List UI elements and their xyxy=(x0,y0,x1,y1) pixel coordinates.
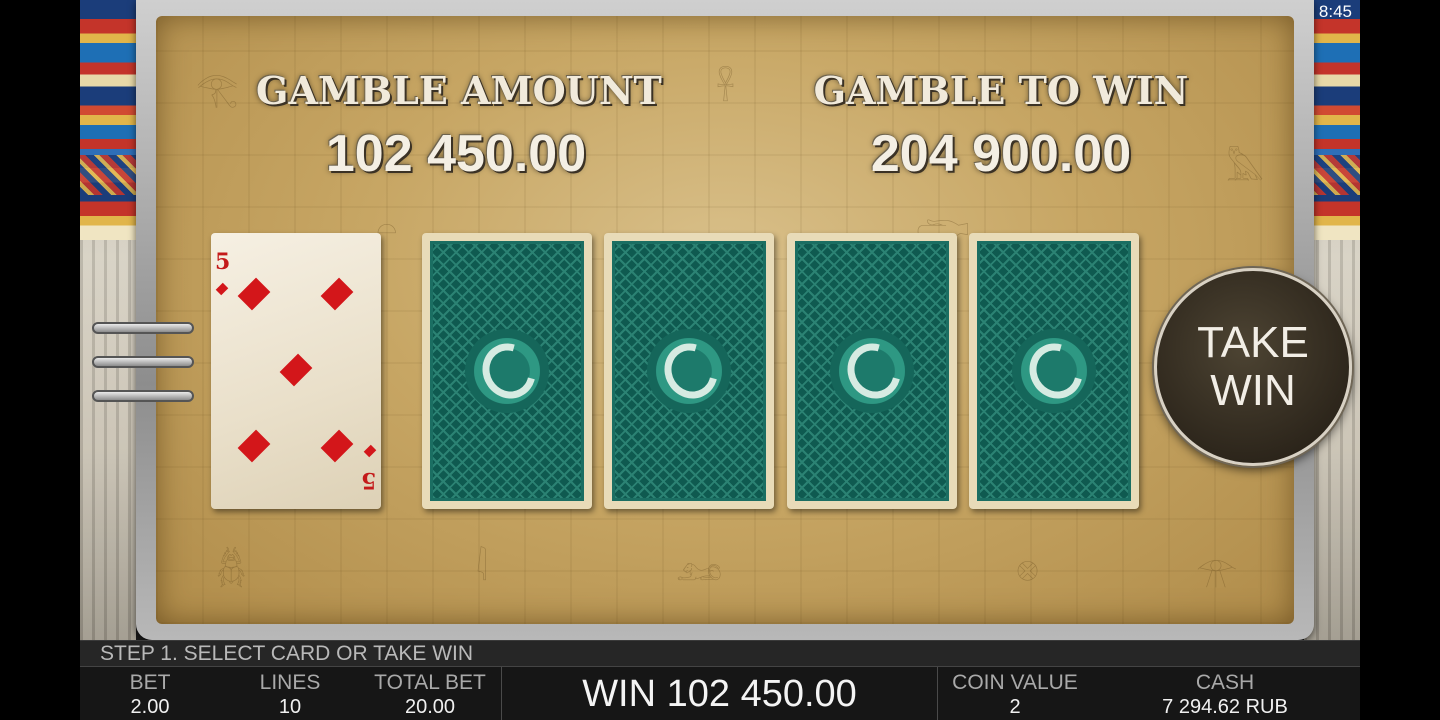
take-win-label-line1: TAKE xyxy=(1197,318,1309,367)
face-down-card-2[interactable] xyxy=(604,233,774,509)
coin-value-display: COIN VALUE 2 xyxy=(938,667,1092,720)
cash-value: 7 294.62 RUB xyxy=(1162,696,1288,718)
crescent-emblem-icon xyxy=(465,329,549,413)
cash-label: CASH xyxy=(1195,671,1255,694)
gamble-to-win-value: 204 900.00 xyxy=(870,125,1132,183)
system-clock: 8:45 xyxy=(1318,2,1352,21)
status-bar: STEP 1. SELECT CARD OR TAKE WIN xyxy=(80,640,1360,667)
diamond-icon xyxy=(320,277,354,311)
gamble-amount-value: 102 450.00 xyxy=(325,125,587,183)
crescent-emblem-icon xyxy=(1012,329,1096,413)
bet-display: BET 2.00 xyxy=(110,667,190,720)
crescent-emblem-icon xyxy=(830,329,914,413)
bet-value: 2.00 xyxy=(130,696,170,718)
take-win-label-line2: WIN xyxy=(1210,366,1296,415)
gamble-amount-label: GAMBLE AMOUNT xyxy=(256,68,662,113)
card-rank-bottom: 5 xyxy=(361,467,377,493)
diamond-icon xyxy=(215,282,229,296)
hamburger-menu-icon[interactable] xyxy=(92,322,194,406)
lines-value: 10 xyxy=(278,696,302,718)
face-down-card-3[interactable] xyxy=(787,233,957,509)
card-rank-top: 5 xyxy=(215,249,231,275)
take-win-button[interactable]: TAKE WIN xyxy=(1154,268,1352,466)
bottom-info-bar: BET 2.00 LINES 10 TOTAL BET 20.00 WIN 10… xyxy=(80,666,1360,720)
status-message: STEP 1. SELECT CARD OR TAKE WIN xyxy=(100,642,474,665)
lines-label: LINES xyxy=(259,671,321,694)
gamble-to-win-label: GAMBLE TO WIN xyxy=(813,68,1189,113)
cash-display: CASH 7 294.62 RUB xyxy=(1140,667,1310,720)
diamond-icon xyxy=(237,429,271,463)
left-pillar-decoration xyxy=(80,0,136,640)
dealer-card-five-of-diamonds: 5 5 xyxy=(211,233,381,509)
lines-display: LINES 10 xyxy=(240,667,340,720)
diamond-icon xyxy=(363,444,377,458)
diamond-icon xyxy=(320,429,354,463)
win-amount-display: WIN 102 450.00 xyxy=(582,673,857,715)
total-bet-value: 20.00 xyxy=(404,696,456,718)
face-down-card-1[interactable] xyxy=(422,233,592,509)
coin-value-label: COIN VALUE xyxy=(952,671,1078,694)
total-bet-display: TOTAL BET 20.00 xyxy=(365,667,495,720)
diamond-icon xyxy=(279,353,313,387)
coin-value-value: 2 xyxy=(1009,696,1021,718)
game-stage: 𓂀 𓆣 𓋹 𓅓 𓃭 𓊖 𓁿 𓇋 𓂧 𓏏 GAMBLE AMOUNT 102 45… xyxy=(80,0,1360,720)
bet-label: BET xyxy=(129,671,171,694)
face-down-card-4[interactable] xyxy=(969,233,1139,509)
crescent-emblem-icon xyxy=(647,329,731,413)
total-bet-label: TOTAL BET xyxy=(374,671,486,694)
diamond-icon xyxy=(237,277,271,311)
